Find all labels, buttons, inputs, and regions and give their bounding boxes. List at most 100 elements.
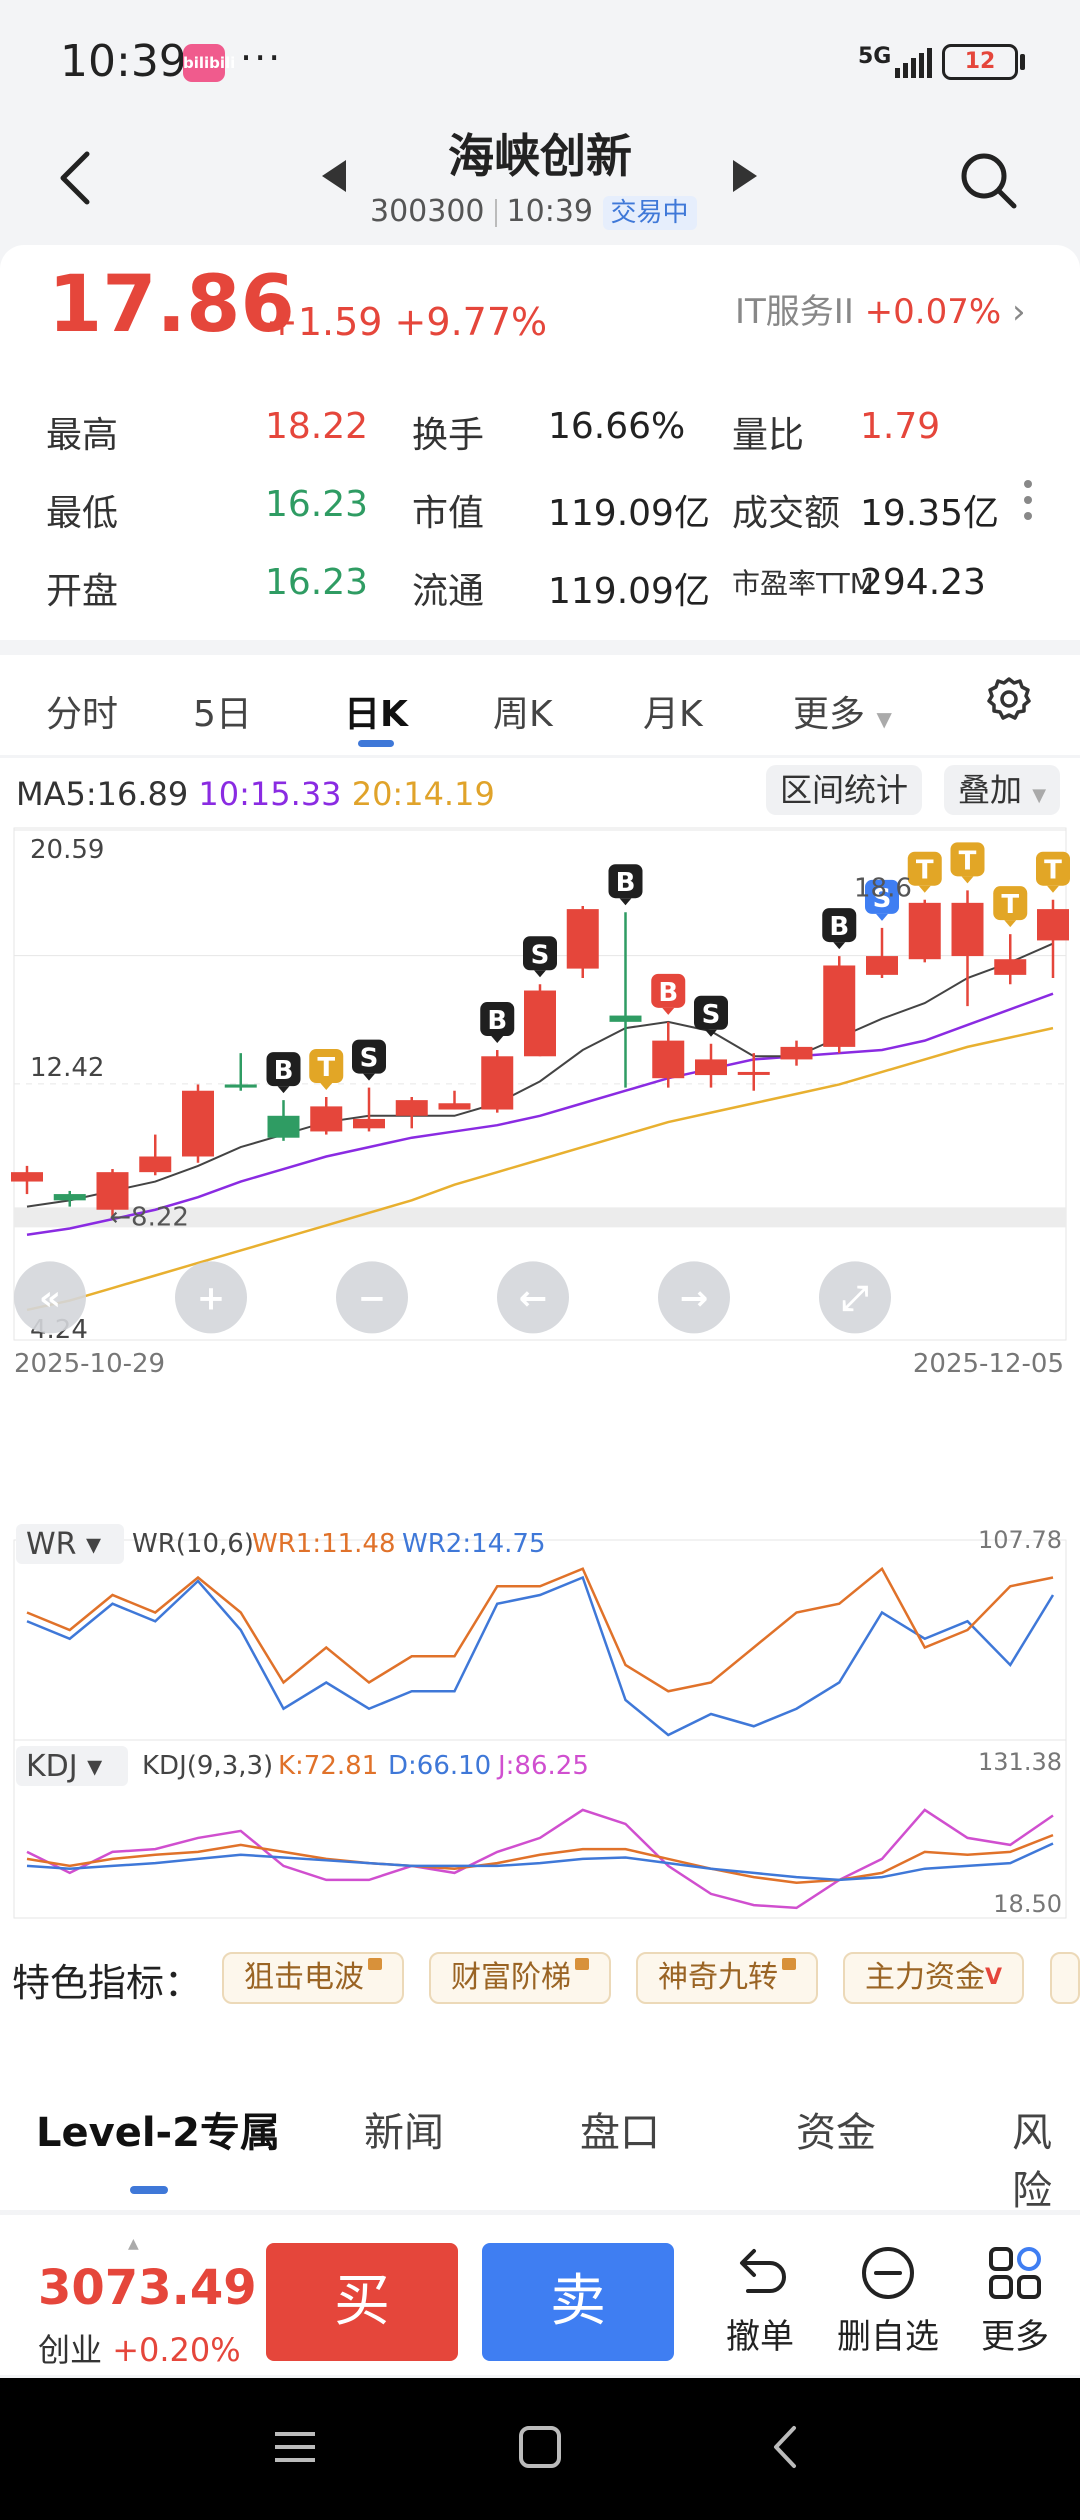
feature-chip-label: 主力资金 (865, 1960, 985, 1995)
feature-chip-label: 神奇九转 (658, 1960, 778, 1995)
zoom-out-icon-glyph: − (358, 1278, 387, 1318)
cancel-order-label: 撤单 (726, 2317, 794, 2357)
candle-body (438, 1103, 471, 1110)
tab-monthly-k[interactable]: 月K (643, 685, 703, 737)
grid-icon (989, 2247, 1041, 2299)
kdj-min: 18.50 (993, 1890, 1062, 1918)
overlay-label: 叠加 (958, 771, 1023, 809)
collapse-icon-glyph: « (39, 1278, 61, 1318)
wr2-value: WR2:14.75 (402, 1529, 546, 1559)
candle-body (11, 1172, 43, 1182)
stat-value: 1.79 (860, 406, 941, 447)
stat-value: 16.66% (548, 406, 686, 447)
sector-link[interactable]: IT服务II +0.07% › (735, 284, 1026, 333)
ma20-label: 20:14.19 (351, 775, 495, 813)
candle-body (310, 1106, 343, 1132)
tab-news[interactable]: 新闻 (364, 2100, 444, 2158)
more-actions-button[interactable]: 更多 (950, 2245, 1080, 2358)
candle-body (182, 1090, 214, 1157)
stat-value: 119.09亿 (548, 493, 710, 534)
ma-legend: MA5:16.89 10:15.33 20:14.19 (16, 775, 495, 813)
search-icon[interactable] (958, 150, 1020, 212)
wr-name: WR ▾ (26, 1527, 101, 1562)
stat-label: 最高 (46, 415, 119, 456)
remove-watchlist-button[interactable]: 删自选 (823, 2245, 953, 2358)
index-name: 创业 (38, 2331, 103, 2369)
gear-icon[interactable] (985, 675, 1033, 723)
tab-risk[interactable]: 风险 (1012, 2100, 1080, 2216)
status-time: 10:39 (60, 36, 187, 87)
lock-icon (368, 1958, 382, 1970)
remove-watchlist-label: 删自选 (837, 2317, 939, 2357)
tab-more-label: 更多 (793, 694, 866, 735)
candle-body (780, 1046, 813, 1060)
stat-label: 量比 (732, 415, 805, 456)
ma10-label: 10:15.33 (198, 775, 342, 813)
stat-value: 294.23 (860, 562, 986, 603)
tab-level2[interactable]: Level-2专属 (36, 2100, 280, 2158)
tab-more[interactable]: 更多 ▼ (793, 685, 892, 737)
battery-icon: 12 (942, 44, 1018, 80)
low-mark-label: ←8.22 (109, 1202, 189, 1232)
y-mid-label: 12.42 (30, 1053, 104, 1083)
feature-chip[interactable]: 狙击电波 (222, 1952, 404, 2004)
stat-value: 18.22 (265, 406, 369, 447)
stat-value: 19.35亿 (860, 493, 1000, 534)
tab-weekly-k[interactable]: 周K (493, 685, 553, 737)
sell-button[interactable]: 卖 (482, 2243, 674, 2361)
date-end-label: 2025-12-05 (913, 1349, 1064, 1379)
tab-5day[interactable]: 5日 (193, 685, 252, 737)
next-stock-icon[interactable] (733, 160, 757, 192)
tab-funds[interactable]: 资金 (796, 2100, 876, 2158)
j-value: J:86.25 (496, 1751, 589, 1781)
range-stats-button[interactable]: 区间统计 (766, 765, 923, 815)
cancel-order-button[interactable]: 撤单 (695, 2245, 825, 2358)
kdj-max: 131.38 (978, 1748, 1062, 1776)
network-label: 5G (858, 44, 892, 69)
menu-icon[interactable] (270, 2422, 320, 2472)
back-icon[interactable] (762, 2422, 812, 2472)
expand-up-icon[interactable]: ▲ (128, 2236, 139, 2252)
signal-marker-label: S (360, 1044, 379, 1074)
overlay-button[interactable]: 叠加 ▼ (944, 765, 1061, 815)
feature-chip[interactable]: 主力资金V (843, 1952, 1025, 2004)
more-actions-label: 更多 (981, 2317, 1049, 2357)
stock-code: 300300 (370, 194, 485, 229)
home-icon[interactable] (515, 2422, 565, 2472)
wr-params: WR(10,6) (132, 1529, 254, 1559)
minus-circle-icon (862, 2247, 914, 2299)
candle-body (866, 956, 898, 975)
signal-marker-label: B (658, 978, 678, 1008)
stat-label: 换手 (412, 415, 485, 456)
feature-chip-partial[interactable] (1050, 1952, 1080, 2004)
d-value: D:66.10 (388, 1751, 491, 1781)
candle-body (524, 990, 556, 1057)
bilibili-icon: bilibili (183, 44, 235, 82)
feature-chip[interactable]: 神奇九转 (636, 1952, 818, 2004)
more-stats-icon[interactable] (1024, 480, 1032, 528)
signal-marker-label: T (317, 1053, 335, 1083)
wr1-value: WR1:11.48 (252, 1529, 396, 1559)
buy-button[interactable]: 买 (266, 2243, 458, 2361)
index-value[interactable]: 3073.49 (38, 2260, 257, 2316)
prev-stock-icon[interactable] (322, 160, 346, 192)
tab-orderbook[interactable]: 盘口 (580, 2100, 660, 2158)
wr-panel-frame (13, 1539, 1067, 1741)
candle-body (951, 902, 984, 957)
change-percent: +9.77% (394, 300, 548, 344)
candle-body (737, 1071, 770, 1075)
candle-body (267, 1115, 300, 1138)
date-start-label: 2025-10-29 (14, 1349, 165, 1379)
signal-marker-label: B (829, 912, 849, 942)
candlestick-chart[interactable]: BTSBSBBSBSTTTT20.5912.424.24←8.2218.6«+−… (0, 820, 1080, 1940)
candle-body (353, 1118, 385, 1129)
tab-daily-k[interactable]: 日K (344, 685, 408, 737)
vip-icon: V (985, 1965, 1003, 1990)
kdj-params: KDJ(9,3,3) (142, 1751, 273, 1781)
feature-chip[interactable]: 财富阶梯 (429, 1952, 611, 2004)
feature-chip-label: 财富阶梯 (451, 1960, 571, 1995)
tab-minute[interactable]: 分时 (46, 685, 118, 737)
wr-max: 107.78 (978, 1526, 1062, 1554)
tab-underline (358, 740, 394, 747)
stat-label: 成交额 (732, 493, 841, 534)
